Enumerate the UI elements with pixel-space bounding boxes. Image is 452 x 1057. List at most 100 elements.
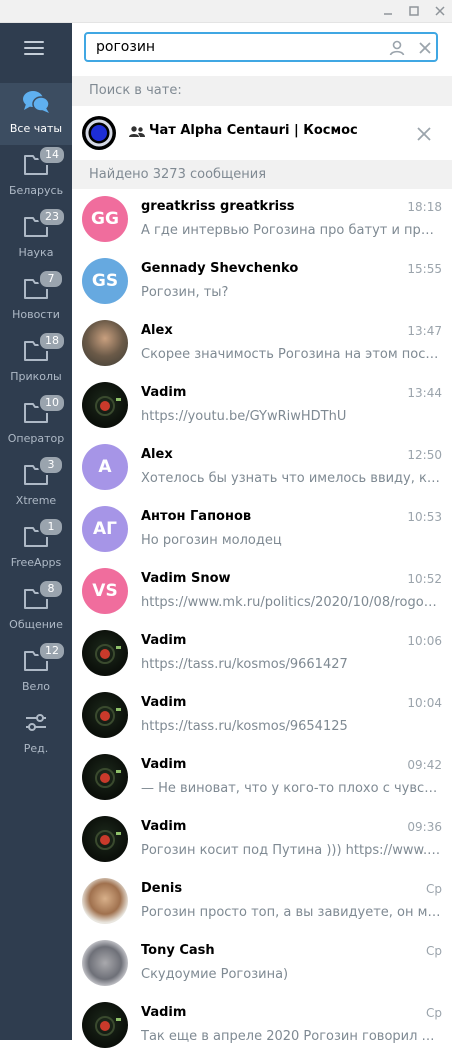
folder-label: Все чаты [9, 122, 63, 135]
person-icon[interactable] [388, 39, 406, 57]
unread-badge: 7 [38, 269, 64, 289]
menu-icon[interactable] [24, 41, 46, 57]
folder-edit[interactable]: Ред. [0, 703, 72, 765]
folder-bike[interactable]: 12 Вело [0, 641, 72, 703]
folder-news[interactable]: 7 Новости [0, 269, 72, 331]
sender-name: Vadim [141, 633, 187, 648]
folder-all-chats[interactable]: Все чаты [0, 83, 72, 145]
search-result[interactable]: Vadim 09:36 Рогозин косит под Путина ))) h… [72, 809, 452, 871]
message-preview: https://tass.ru/kosmos/9654125 [141, 719, 348, 734]
unread-badge: 3 [38, 455, 64, 475]
folder-label: Беларусь [8, 184, 64, 197]
message-time: Ср [426, 1006, 442, 1020]
search-result[interactable]: Denis Ср Рогозин просто топ, а вы завидует… [72, 871, 452, 933]
group-icon [129, 126, 145, 137]
message-preview: А где интервью Рогозина про батут и прос… [141, 223, 441, 238]
message-time: Ср [426, 882, 442, 896]
search-result[interactable]: Vadim Ср Так еще в апреле 2020 Рогозин гов… [72, 995, 452, 1057]
search-result[interactable]: Vadim 10:06 https://tass.ru/kosmos/9661427 [72, 623, 452, 685]
sender-name: Vadim [141, 1005, 187, 1020]
search-result[interactable]: Alex 13:47 Скорее значимость Рогозина на э… [72, 313, 452, 375]
folder-belarus[interactable]: 14 Беларусь [0, 145, 72, 207]
folder-label: Оператор [7, 432, 65, 445]
folder-xtreme[interactable]: 3 Xtreme [0, 455, 72, 517]
search-input[interactable] [84, 32, 438, 62]
unread-badge: 1 [38, 517, 64, 537]
folder-freeapps[interactable]: 1 FreeApps [0, 517, 72, 579]
avatar [82, 320, 128, 366]
message-preview: Скудоумие Рогозина) [141, 967, 289, 982]
folder-label: Вело [21, 680, 51, 693]
avatar [82, 940, 128, 986]
close-icon[interactable] [428, 0, 452, 22]
folder-label: Наука [18, 246, 54, 259]
message-time: 09:36 [407, 820, 442, 834]
chat-title: Чат Alpha Centauri | Космос [149, 123, 358, 138]
message-time: 09:42 [407, 758, 442, 772]
search-panel: Поиск в чате: Чат Alpha Centauri | Космо… [72, 23, 452, 1057]
message-preview: Но рогозин молодец [141, 533, 282, 548]
avatar: АГ [82, 506, 128, 552]
folder-operator[interactable]: 10 Оператор [0, 393, 72, 455]
chat-avatar [82, 116, 116, 150]
avatar [82, 754, 128, 800]
avatar [82, 1002, 128, 1048]
sender-name: Vadim [141, 819, 187, 834]
message-preview: Хотелось бы узнать что имелось ввиду, ко… [141, 471, 441, 486]
avatar-initials: АГ [93, 519, 117, 539]
message-time: 15:55 [407, 262, 442, 276]
maximize-icon[interactable] [402, 0, 426, 22]
search-result[interactable]: GG greatkriss greatkriss 18:18 А где интерв… [72, 189, 452, 251]
sender-name: Alex [141, 447, 173, 462]
search-result[interactable]: Vadim 09:42 — Не виноват, что у кого-то пл… [72, 747, 452, 809]
sender-name: Vadim [141, 757, 187, 772]
folder-label: Новости [12, 308, 60, 321]
avatar: GS [82, 258, 128, 304]
chat-filter[interactable]: Чат Alpha Centauri | Космос [72, 107, 452, 159]
message-time: 13:44 [407, 386, 442, 400]
search-result[interactable]: VS Vadim Snow 10:52 https://www.mk.ru/polit… [72, 561, 452, 623]
message-time: 12:50 [407, 448, 442, 462]
sender-name: Tony Cash [141, 943, 215, 958]
message-preview: Рогозин косит под Путина ))) https://www… [141, 843, 441, 858]
folder-label: Приколы [10, 370, 62, 383]
folder-chatting[interactable]: 8 Общение [0, 579, 72, 641]
search-result[interactable]: Tony Cash Ср Скудоумие Рогозина) [72, 933, 452, 995]
sender-name: Gennady Shevchenko [141, 261, 299, 276]
message-preview: Рогозин просто топ, а вы завидуете, он м… [141, 905, 441, 920]
avatar-initials: A [98, 457, 112, 477]
sender-name: greatkriss greatkriss [141, 199, 295, 214]
message-time: 10:06 [407, 634, 442, 648]
search-result[interactable]: АГ Антон Гапонов 10:53 Но рогозин молодец [72, 499, 452, 561]
message-preview: Рогозин, ты? [141, 285, 229, 300]
chat-bubbles-icon [23, 91, 50, 113]
folder-label: Xtreme [15, 494, 57, 507]
avatar [82, 878, 128, 924]
avatar: GG [82, 196, 128, 242]
avatar-initials: GG [91, 209, 119, 229]
search-result[interactable]: Vadim 13:44 https://youtu.be/GYwRiwHDThU [72, 375, 452, 437]
folder-science[interactable]: 23 Наука [0, 207, 72, 269]
folder-jokes[interactable]: 18 Приколы [0, 331, 72, 393]
sender-name: Vadim [141, 695, 187, 710]
sender-name: Denis [141, 881, 183, 896]
unread-badge: 18 [38, 331, 66, 351]
sender-name: Антон Гапонов [141, 509, 252, 524]
folder-sidebar: Все чаты 14 Беларусь 23 Наука 7 Новости … [0, 23, 72, 1040]
avatar: A [82, 444, 128, 490]
message-time: 10:53 [407, 510, 442, 524]
minimize-icon[interactable] [376, 0, 400, 22]
sender-name: Alex [141, 323, 173, 338]
avatar-initials: VS [92, 581, 118, 601]
results-count-header: Найдено 3273 сообщения [72, 160, 452, 190]
folder-label: FreeApps [10, 556, 62, 569]
search-result[interactable]: Vadim 10:04 https://tass.ru/kosmos/9654125 [72, 685, 452, 747]
message-preview: https://tass.ru/kosmos/9661427 [141, 657, 348, 672]
clear-icon[interactable] [416, 39, 434, 57]
close-icon[interactable] [416, 126, 432, 142]
search-result[interactable]: A Alex 12:50 Хотелось бы узнать что имелось… [72, 437, 452, 499]
sender-name: Vadim [141, 385, 187, 400]
search-result[interactable]: GS Gennady Shevchenko 15:55 Рогозин, ты? [72, 251, 452, 313]
message-time: 18:18 [407, 200, 442, 214]
avatar: VS [82, 568, 128, 614]
